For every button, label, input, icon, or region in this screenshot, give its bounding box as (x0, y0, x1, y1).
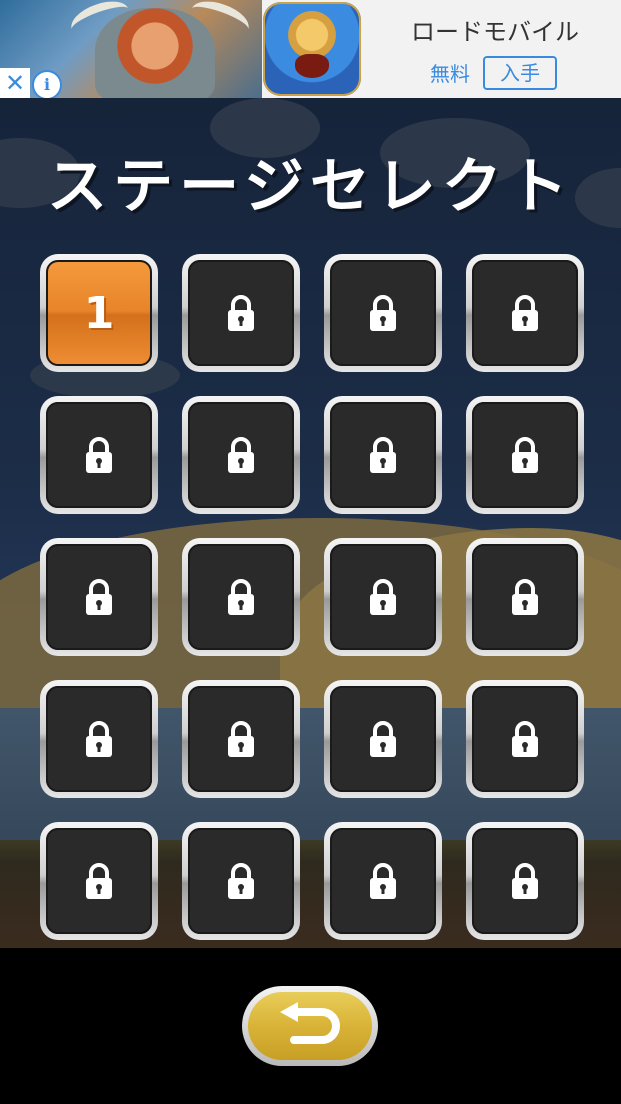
stage-tile-face[interactable] (330, 686, 436, 792)
stage-tile-locked[interactable] (324, 396, 442, 514)
stage-tile[interactable]: 1 (40, 254, 158, 372)
stage-tile-locked[interactable] (40, 680, 158, 798)
stage-tile-face[interactable] (46, 402, 152, 508)
return-arrow-icon (280, 1002, 340, 1044)
stage-tile-face[interactable] (188, 686, 294, 792)
lock-icon (512, 721, 538, 757)
ad-artwork-warrior (95, 8, 215, 98)
lock-icon (228, 579, 254, 615)
ad-price-label: 無料 (430, 62, 470, 86)
lock-icon (512, 295, 538, 331)
lock-icon (370, 579, 396, 615)
stage-tile-locked[interactable] (40, 822, 158, 940)
stage-tile-locked[interactable] (324, 680, 442, 798)
stage-tile-face[interactable] (472, 686, 578, 792)
stage-tile-locked[interactable] (324, 538, 442, 656)
lock-icon (370, 437, 396, 473)
ad-install-button[interactable]: 入手 (483, 56, 557, 90)
stage-tile-locked[interactable] (182, 822, 300, 940)
lock-icon (86, 721, 112, 757)
stage-tile-locked[interactable] (466, 254, 584, 372)
stage-select-screen: ステージセレクト 1 (0, 98, 621, 948)
lock-icon (228, 437, 254, 473)
stage-tile-face[interactable] (46, 686, 152, 792)
ad-app-title[interactable]: ロードモバイル (380, 12, 610, 47)
stage-tile-face[interactable] (330, 260, 436, 366)
lock-icon (512, 863, 538, 899)
ad-info-icon[interactable]: i (32, 70, 62, 98)
lock-icon (512, 579, 538, 615)
stage-grid: 1 (40, 254, 584, 940)
stage-tile-face[interactable] (472, 402, 578, 508)
stage-tile-face[interactable] (188, 544, 294, 650)
back-button[interactable] (242, 986, 378, 1066)
stage-tile-face[interactable] (330, 402, 436, 508)
stage-tile-locked[interactable] (466, 680, 584, 798)
stage-tile-locked[interactable] (182, 680, 300, 798)
lock-icon (370, 863, 396, 899)
lock-icon (86, 437, 112, 473)
stage-tile-locked[interactable] (40, 396, 158, 514)
stage-tile-face[interactable] (472, 544, 578, 650)
stage-tile-face[interactable] (472, 260, 578, 366)
ad-app-icon[interactable] (263, 2, 361, 96)
stage-tile-locked[interactable] (324, 254, 442, 372)
stage-tile-locked[interactable] (182, 254, 300, 372)
lock-icon (228, 295, 254, 331)
stage-tile-face[interactable] (330, 828, 436, 934)
stage-tile-locked[interactable] (182, 538, 300, 656)
stage-tile-face[interactable] (188, 828, 294, 934)
stage-number: 1 (83, 287, 115, 339)
stage-tile-locked[interactable] (466, 396, 584, 514)
stage-tile-face[interactable] (472, 828, 578, 934)
stage-tile-face[interactable] (330, 544, 436, 650)
lock-icon (228, 721, 254, 757)
stage-tile-face[interactable] (46, 828, 152, 934)
lock-icon (370, 721, 396, 757)
ad-close-icon[interactable]: ✕ (0, 68, 30, 98)
lock-icon (370, 295, 396, 331)
lock-icon (228, 863, 254, 899)
stage-tile-locked[interactable] (40, 538, 158, 656)
stage-tile-face[interactable] (188, 402, 294, 508)
back-button-face[interactable] (248, 992, 372, 1060)
page-title: ステージセレクト (47, 152, 574, 222)
stage-tile-locked[interactable] (324, 822, 442, 940)
stage-tile-locked[interactable] (466, 822, 584, 940)
ad-app-icon-detail (295, 54, 329, 78)
lock-icon (86, 863, 112, 899)
stage-tile-locked[interactable] (182, 396, 300, 514)
stage-tile-face[interactable] (46, 544, 152, 650)
stage-tile-locked[interactable] (466, 538, 584, 656)
ad-banner[interactable]: ✕ i ロードモバイル 無料 入手 (0, 0, 621, 98)
stage-tile-face[interactable]: 1 (46, 260, 152, 366)
lock-icon (86, 579, 112, 615)
lock-icon (512, 437, 538, 473)
stage-tile-face[interactable] (188, 260, 294, 366)
